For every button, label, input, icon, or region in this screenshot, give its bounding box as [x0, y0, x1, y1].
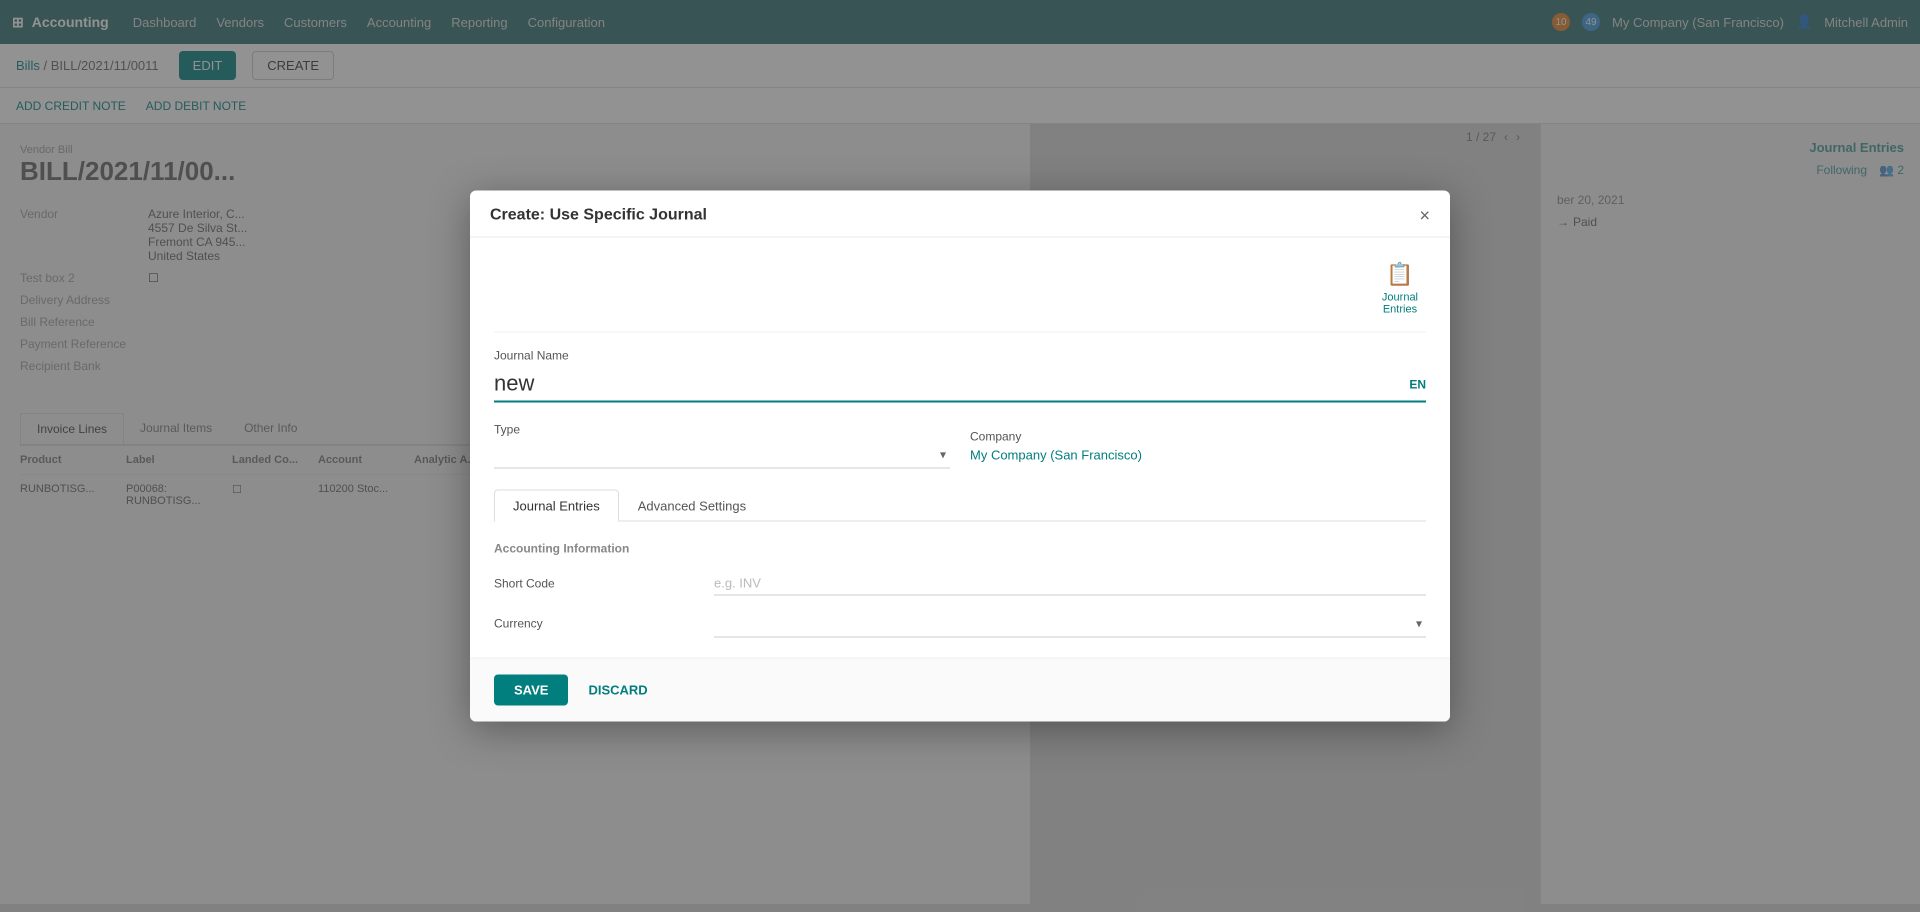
type-select[interactable]: [494, 441, 950, 469]
create-journal-modal: Create: Use Specific Journal × 📋 Journal…: [470, 191, 1450, 722]
modal-close-button[interactable]: ×: [1419, 207, 1430, 225]
accounting-fields-grid: Short Code Currency: [494, 572, 1426, 638]
journal-entries-button[interactable]: 📋 Journal Entries: [1374, 258, 1426, 320]
currency-select[interactable]: [714, 610, 1426, 638]
journal-icon: 📋: [1386, 262, 1413, 288]
language-badge[interactable]: EN: [1409, 378, 1426, 392]
modal-header: Create: Use Specific Journal ×: [470, 191, 1450, 238]
type-select-wrap: [494, 441, 950, 469]
company-value: My Company (San Francisco): [970, 447, 1426, 462]
tab-journal-entries[interactable]: Journal Entries: [494, 490, 619, 522]
type-field-group: Type: [494, 423, 950, 469]
journal-entries-header: 📋 Journal Entries: [494, 258, 1426, 333]
short-code-label: Short Code: [494, 577, 694, 591]
short-code-input[interactable]: [714, 572, 1426, 596]
company-field-group: Company My Company (San Francisco): [970, 429, 1426, 462]
journal-name-label: Journal Name: [494, 349, 1426, 363]
company-label: Company: [970, 429, 1426, 443]
modal-body: 📋 Journal Entries Journal Name EN Type: [470, 238, 1450, 658]
type-company-row: Type Company My Company (San Francisco): [494, 423, 1426, 469]
currency-label: Currency: [494, 617, 694, 631]
journal-name-field: EN: [494, 367, 1426, 403]
modal-title: Create: Use Specific Journal: [490, 207, 707, 225]
currency-select-wrap: [714, 610, 1426, 638]
modal-footer: SAVE DISCARD: [470, 658, 1450, 722]
journal-name-input[interactable]: [494, 367, 1426, 403]
type-label: Type: [494, 423, 950, 437]
journal-entries-label: Journal Entries: [1382, 292, 1418, 316]
save-button[interactable]: SAVE: [494, 675, 568, 706]
discard-button[interactable]: DISCARD: [580, 675, 655, 706]
accounting-info-section: Accounting Information Short Code Curren…: [494, 542, 1426, 638]
tab-advanced-settings[interactable]: Advanced Settings: [619, 490, 765, 522]
modal-tabs: Journal Entries Advanced Settings: [494, 489, 1426, 522]
accounting-info-title: Accounting Information: [494, 542, 1426, 556]
